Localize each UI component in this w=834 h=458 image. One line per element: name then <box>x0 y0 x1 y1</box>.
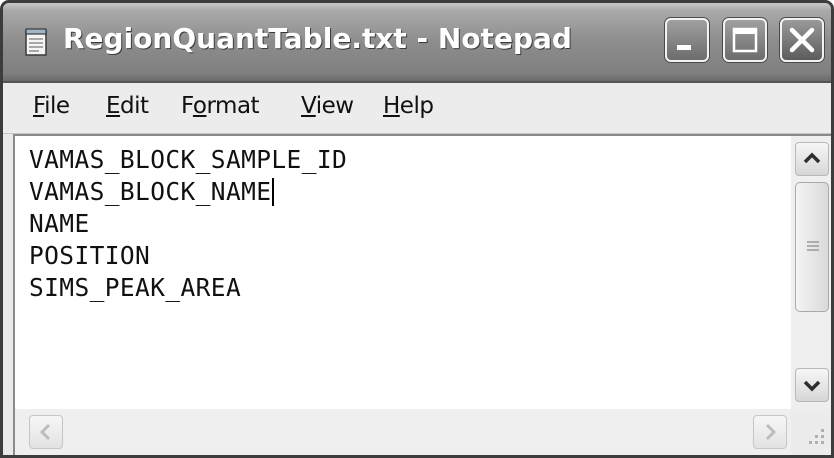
scroll-right-button[interactable] <box>753 415 787 449</box>
minimize-button[interactable] <box>665 18 709 62</box>
menu-edit[interactable]: Edit <box>106 93 149 119</box>
close-button[interactable] <box>780 18 824 62</box>
close-icon <box>789 27 815 53</box>
menu-help[interactable]: Help <box>383 93 434 119</box>
text-line: NAME <box>29 209 90 238</box>
text-caret <box>272 178 275 206</box>
scroll-left-button[interactable] <box>29 415 63 449</box>
menu-mnemonic: H <box>383 93 400 119</box>
resize-grip[interactable] <box>791 409 831 455</box>
arrow-left-icon <box>39 423 51 441</box>
minimize-icon <box>677 45 691 50</box>
text-line: VAMAS_BLOCK_NAME <box>29 177 272 206</box>
maximize-icon <box>732 27 758 53</box>
text-line: POSITION <box>29 241 151 270</box>
notepad-icon[interactable] <box>21 27 51 57</box>
text-line: SIMS_PEAK_AREA <box>29 273 242 302</box>
menu-file[interactable]: File <box>33 93 70 119</box>
scroll-thumb[interactable] <box>795 182 829 312</box>
horizontal-scrollbar[interactable] <box>13 409 791 455</box>
text-editor[interactable]: VAMAS_BLOCK_SAMPLE_ID VAMAS_BLOCK_NAME N… <box>13 134 791 409</box>
text-line-with-caret: VAMAS_BLOCK_NAME <box>29 176 275 208</box>
arrow-right-icon <box>765 423 777 441</box>
text-line: VAMAS_BLOCK_SAMPLE_ID <box>29 145 348 174</box>
title-bar[interactable]: RegionQuantTable.txt - Notepad <box>3 3 831 83</box>
grip-lines-icon <box>807 241 819 251</box>
menu-label: rmat <box>206 93 260 119</box>
scroll-down-button[interactable] <box>795 368 829 402</box>
arrow-down-icon <box>803 380 821 392</box>
window-title: RegionQuantTable.txt - Notepad <box>63 22 572 55</box>
menu-format[interactable]: Format <box>181 93 260 119</box>
vertical-scrollbar[interactable] <box>791 134 831 409</box>
menu-bar: File Edit Format View Help <box>3 83 831 134</box>
resize-grip-icon <box>809 429 824 444</box>
maximize-button[interactable] <box>723 18 767 62</box>
menu-label: dit <box>120 93 149 119</box>
menu-view[interactable]: View <box>301 93 354 119</box>
notepad-window: RegionQuantTable.txt - Notepad File Edit… <box>0 0 834 458</box>
arrow-up-icon <box>803 152 821 164</box>
menu-label: iew <box>315 93 354 119</box>
scroll-up-button[interactable] <box>795 142 829 176</box>
menu-mnemonic: V <box>301 93 316 119</box>
menu-label-prefix: F <box>181 93 193 119</box>
menu-mnemonic: F <box>33 93 45 119</box>
menu-label: elp <box>399 93 434 119</box>
menu-label: ile <box>44 93 70 119</box>
menu-mnemonic: E <box>106 93 121 119</box>
menu-mnemonic: o <box>192 93 207 119</box>
